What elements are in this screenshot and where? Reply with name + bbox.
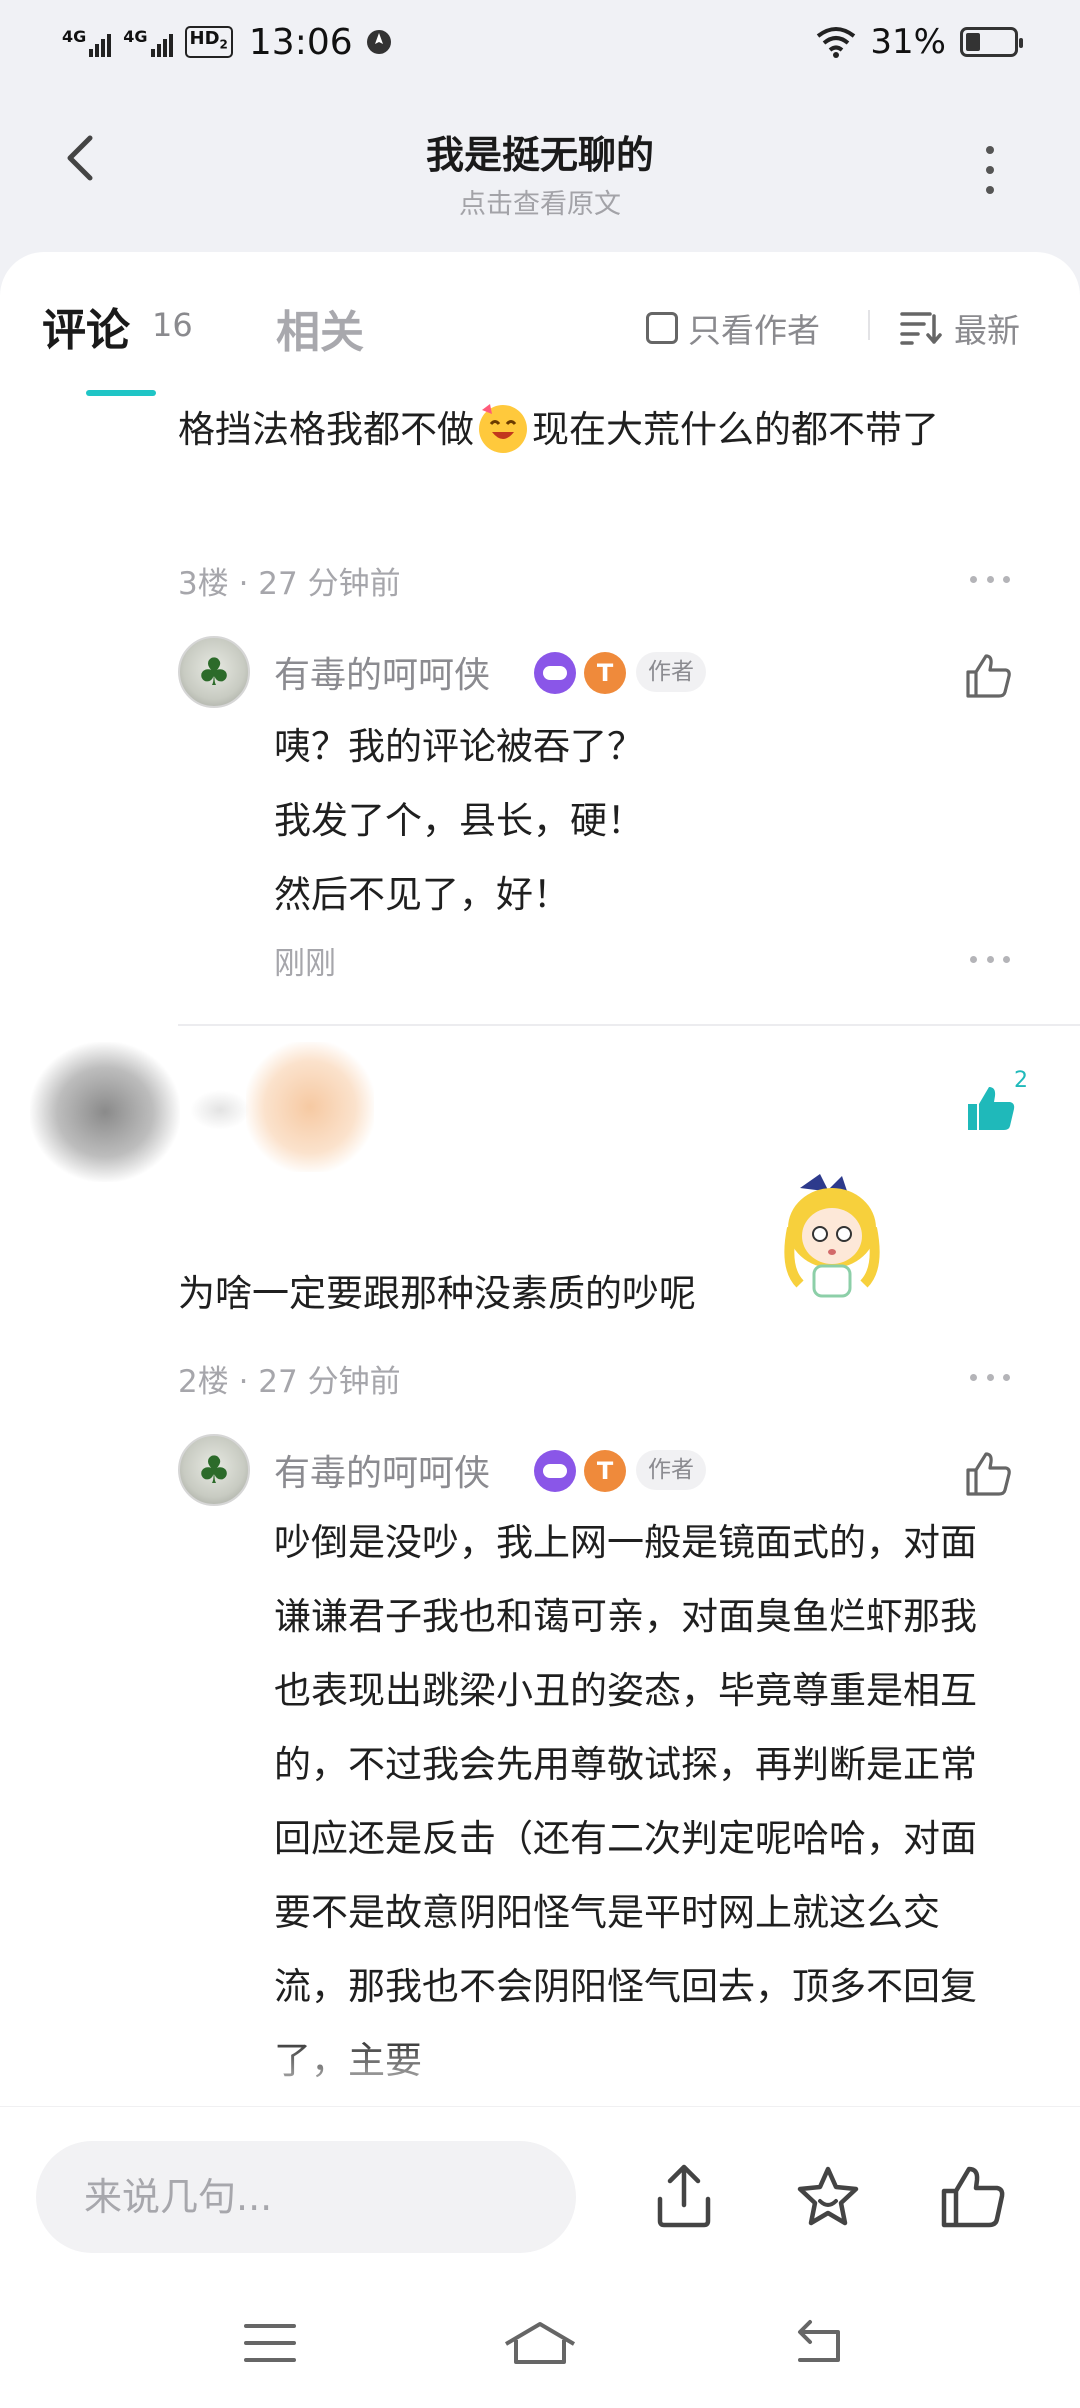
view-original-link[interactable]: 点击查看原文 — [0, 182, 1080, 221]
tab-indicator — [86, 390, 156, 396]
avatar-glyph: ♣ — [196, 650, 232, 694]
favorite-star-icon[interactable] — [792, 2161, 864, 2233]
reply-time: 刚刚 — [274, 946, 336, 982]
game-badge-icon — [534, 652, 576, 694]
author-badge: 作者 — [636, 652, 706, 692]
smiley-emoji-icon — [479, 404, 527, 453]
author-only-toggle[interactable]: 只看作者 — [646, 304, 820, 352]
reply-text: 咦？我的评论被吞了？ 我发了个，县长，硬！ 然后不见了，好！ — [274, 710, 1080, 932]
signal-label: 4G — [62, 27, 87, 46]
comment-text: 格挡法格我都不做 现在大荒什么的都不带了 — [178, 392, 1008, 468]
thumbs-up-active-icon[interactable] — [964, 1082, 1018, 1136]
avatar[interactable] — [30, 1042, 180, 1182]
more-options-icon[interactable] — [970, 140, 1010, 200]
battery-icon — [960, 27, 1023, 57]
comment-input[interactable]: 来说几句... — [36, 2141, 576, 2253]
share-icon[interactable] — [648, 2161, 720, 2233]
sort-label: 最新 — [954, 311, 1020, 350]
avatar[interactable]: ♣ — [178, 1434, 250, 1506]
username-blurred — [190, 1090, 250, 1130]
hd-sub: 2 — [219, 37, 228, 52]
clock: 13:06 — [248, 21, 353, 63]
home-icon[interactable] — [502, 2318, 578, 2368]
reply-line: 我发了个，县长，硬！ — [274, 799, 644, 842]
scroll-fade — [0, 2032, 1080, 2112]
divider — [868, 310, 870, 340]
divider — [178, 1024, 1080, 1026]
level-badge: T — [584, 652, 626, 694]
comment-meta: 2楼 · 27 分钟前 — [178, 1364, 401, 1400]
menu-icon[interactable] — [240, 2318, 300, 2368]
comment-text-part: 格挡法格我都不做 — [178, 408, 474, 451]
system-nav-bar — [0, 2276, 1080, 2408]
comment-more-icon[interactable] — [970, 574, 1010, 584]
sort-icon — [900, 312, 942, 345]
signal-icon: 4G — [62, 27, 112, 57]
like-count: 2 — [1014, 1068, 1028, 1093]
tab-comments[interactable]: 评论 — [42, 294, 130, 358]
comment-meta: 3楼 · 27 分钟前 — [178, 566, 401, 602]
top-nav: 我是挺无聊的 点击查看原文 — [0, 84, 1080, 254]
hd-label: HD — [189, 28, 220, 50]
level-badge: T — [584, 1450, 626, 1492]
reply-username[interactable]: 有毒的呵呵侠 — [274, 1444, 490, 1496]
tab-related[interactable]: 相关 — [276, 296, 364, 360]
thumbs-up-icon[interactable] — [936, 2161, 1008, 2233]
battery-fill — [966, 33, 981, 51]
hd-voice-icon: HD2 — [184, 26, 233, 58]
sort-button[interactable]: 最新 — [900, 304, 1020, 352]
thumbs-up-icon[interactable] — [962, 650, 1014, 702]
signal-label: 4G — [123, 27, 148, 46]
comment-more-icon[interactable] — [970, 1372, 1010, 1382]
anime-sticker-icon — [784, 1174, 880, 1298]
avatar-glyph: ♣ — [196, 1448, 232, 1492]
compass-icon — [366, 30, 391, 54]
avatar[interactable]: ♣ — [178, 636, 250, 708]
comments-count: 16 — [152, 306, 193, 344]
status-bar: 4G 4G HD2 13:06 31% — [0, 0, 1080, 84]
wifi-icon — [817, 27, 856, 58]
comment-text-part: 现在大荒什么的都不带了 — [532, 408, 939, 451]
bottom-action-bar: 来说几句... — [0, 2106, 1080, 2276]
signal-icon: 4G — [123, 27, 173, 57]
status-left: 4G 4G HD2 13:06 — [62, 22, 393, 63]
thumbs-up-icon[interactable] — [962, 1448, 1014, 1500]
reply-text: 吵倒是没吵，我上网一般是镜面式的，对面谦谦君子我也和蔼可亲，对面臭鱼烂虾那我也表… — [274, 1521, 977, 2082]
tab-bar: 评论 16 相关 只看作者 最新 — [0, 252, 1080, 396]
status-right: 31% — [816, 22, 1023, 62]
back-icon[interactable] — [790, 2318, 850, 2368]
reply-more-icon[interactable] — [970, 954, 1010, 964]
reply-username[interactable]: 有毒的呵呵侠 — [274, 646, 490, 698]
author-only-label: 只看作者 — [688, 311, 820, 350]
author-badge: 作者 — [636, 1450, 706, 1490]
comment-text: 为啥一定要跟那种没素质的吵呢 — [178, 1272, 696, 1315]
reply-line: 咦？我的评论被吞了？ — [274, 725, 644, 768]
reply-line: 然后不见了，好！ — [274, 873, 570, 916]
page-title: 我是挺无聊的 — [425, 133, 654, 177]
checkbox-icon[interactable] — [646, 312, 678, 344]
user-badge-blurred — [246, 1042, 374, 1172]
comments-panel: 评论 16 相关 只看作者 最新 格挡法格我都不做 现在大荒什么的都不带了 3楼 … — [0, 252, 1080, 2112]
battery-percent: 31% — [870, 22, 946, 62]
game-badge-icon — [534, 1450, 576, 1492]
